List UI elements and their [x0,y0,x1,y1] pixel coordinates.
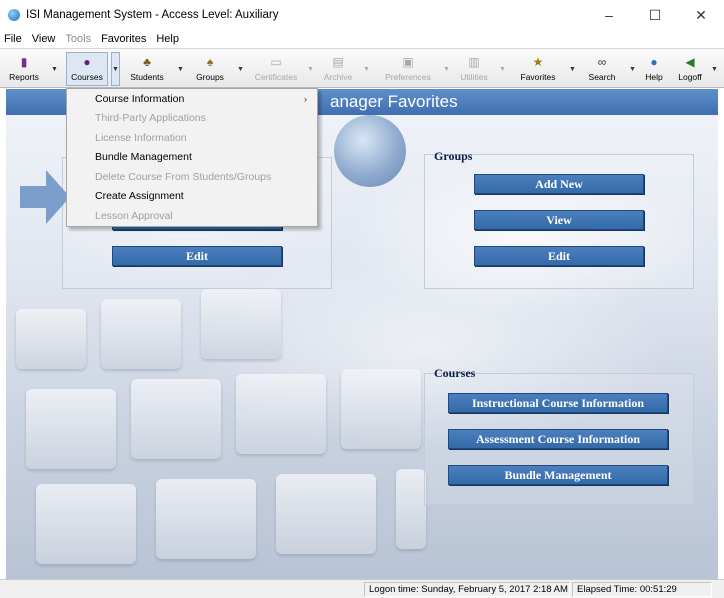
minimize-button[interactable]: – [586,0,632,30]
menu-item-course-information[interactable]: Course Information › [67,89,317,109]
menu-item-delete-course[interactable]: Delete Course From Students/Groups [67,167,317,187]
groups-icon: ♠ [206,55,214,69]
toolbar-favorites-button[interactable]: ★ Favorites [514,52,562,86]
menu-bar: File View Tools Favorites Help [0,30,724,47]
search-dropdown-arrow[interactable]: ▼ [628,52,637,86]
archive-dropdown-arrow[interactable]: ▼ [362,52,371,86]
students-dropdown-arrow[interactable]: ▼ [176,52,185,86]
app-globe-icon [8,9,20,21]
menu-item-third-party-applications[interactable]: Third-Party Applications [67,109,317,129]
utilities-dropdown-arrow[interactable]: ▼ [498,52,507,86]
toolbar-logoff-button[interactable]: ◀ Logoff [672,52,708,86]
toolbar: ▮ Reports ▼ ● Courses ▼ ♣ Students ▼ ♠ G… [0,48,724,88]
bundle-management-button[interactable]: Bundle Management [448,465,668,485]
toolbar-reports-button[interactable]: ▮ Reports [4,52,44,86]
assessment-course-information-button[interactable]: Assessment Course Information [448,429,668,449]
left-edit-button[interactable]: Edit [112,246,282,266]
menu-file[interactable]: File [4,33,22,45]
groups-dropdown-arrow[interactable]: ▼ [236,52,245,86]
certificates-icon: ▭ [270,55,282,69]
submenu-arrow-icon: › [304,93,307,104]
elapsed-time-status: Elapsed Time: 00:51:29 [572,582,712,597]
favorites-dropdown-arrow[interactable]: ▼ [568,52,577,86]
menu-item-lesson-approval[interactable]: Lesson Approval [67,206,317,226]
toolbar-help-button[interactable]: ● Help [640,52,668,86]
logon-time-status: Logon time: Sunday, February 5, 2017 2:1… [364,582,570,597]
toolbar-courses-button[interactable]: ● Courses [66,52,108,86]
toolbar-preferences-button[interactable]: ▣ Preferences [378,52,438,86]
menu-item-license-information[interactable]: License Information [67,128,317,148]
toolbar-groups-button[interactable]: ♠ Groups [190,52,230,86]
courses-dropdown-menu: Course Information › Third-Party Applica… [66,88,318,227]
help-icon: ● [650,55,658,69]
groups-edit-button[interactable]: Edit [474,246,644,266]
status-bar: Logon time: Sunday, February 5, 2017 2:1… [0,579,724,598]
menu-favorites[interactable]: Favorites [101,33,146,45]
logoff-icon: ◀ [685,55,695,69]
preferences-icon: ▣ [402,55,414,69]
reports-dropdown-arrow[interactable]: ▼ [50,52,59,86]
courses-dropdown-arrow[interactable]: ▼ [111,52,120,86]
courses-title: Courses [434,366,476,380]
menu-item-bundle-management[interactable]: Bundle Management [67,148,317,168]
logoff-dropdown-arrow[interactable]: ▼ [710,52,719,86]
groups-title: Groups [434,149,473,163]
instructional-course-information-button[interactable]: Instructional Course Information [448,393,668,413]
menu-tools[interactable]: Tools [65,33,91,45]
pointer-arrow-icon [20,170,70,224]
page-title: anager Favorites [330,92,458,111]
favorites-icon: ★ [532,55,544,69]
groups-view-button[interactable]: View [474,210,644,230]
window-controls: – ☐ ✕ [586,0,724,30]
toolbar-certificates-button[interactable]: ▭ Certificates [250,52,302,86]
menu-item-create-assignment[interactable]: Create Assignment [67,187,317,207]
archive-icon: ▤ [332,55,344,69]
toolbar-students-button[interactable]: ♣ Students [124,52,170,86]
toolbar-archive-button[interactable]: ▤ Archive [320,52,356,86]
globe-image [334,115,406,187]
title-bar: ISI Management System - Access Level: Au… [0,0,724,30]
students-icon: ♣ [143,55,151,69]
toolbar-search-button[interactable]: ∞ Search [580,52,624,86]
menu-help[interactable]: Help [156,33,179,45]
reports-icon: ▮ [20,55,28,69]
close-button[interactable]: ✕ [678,0,724,30]
binoculars-search-icon: ∞ [597,55,607,69]
certificates-dropdown-arrow[interactable]: ▼ [306,52,315,86]
courses-icon: ● [83,55,91,69]
utilities-icon: ▥ [468,55,480,69]
menu-view[interactable]: View [32,33,56,45]
window-title: ISI Management System - Access Level: Au… [26,9,279,21]
toolbar-utilities-button[interactable]: ▥ Utilities [456,52,492,86]
groups-add-new-button[interactable]: Add New [474,174,644,194]
preferences-dropdown-arrow[interactable]: ▼ [442,52,451,86]
maximize-button[interactable]: ☐ [632,0,678,30]
